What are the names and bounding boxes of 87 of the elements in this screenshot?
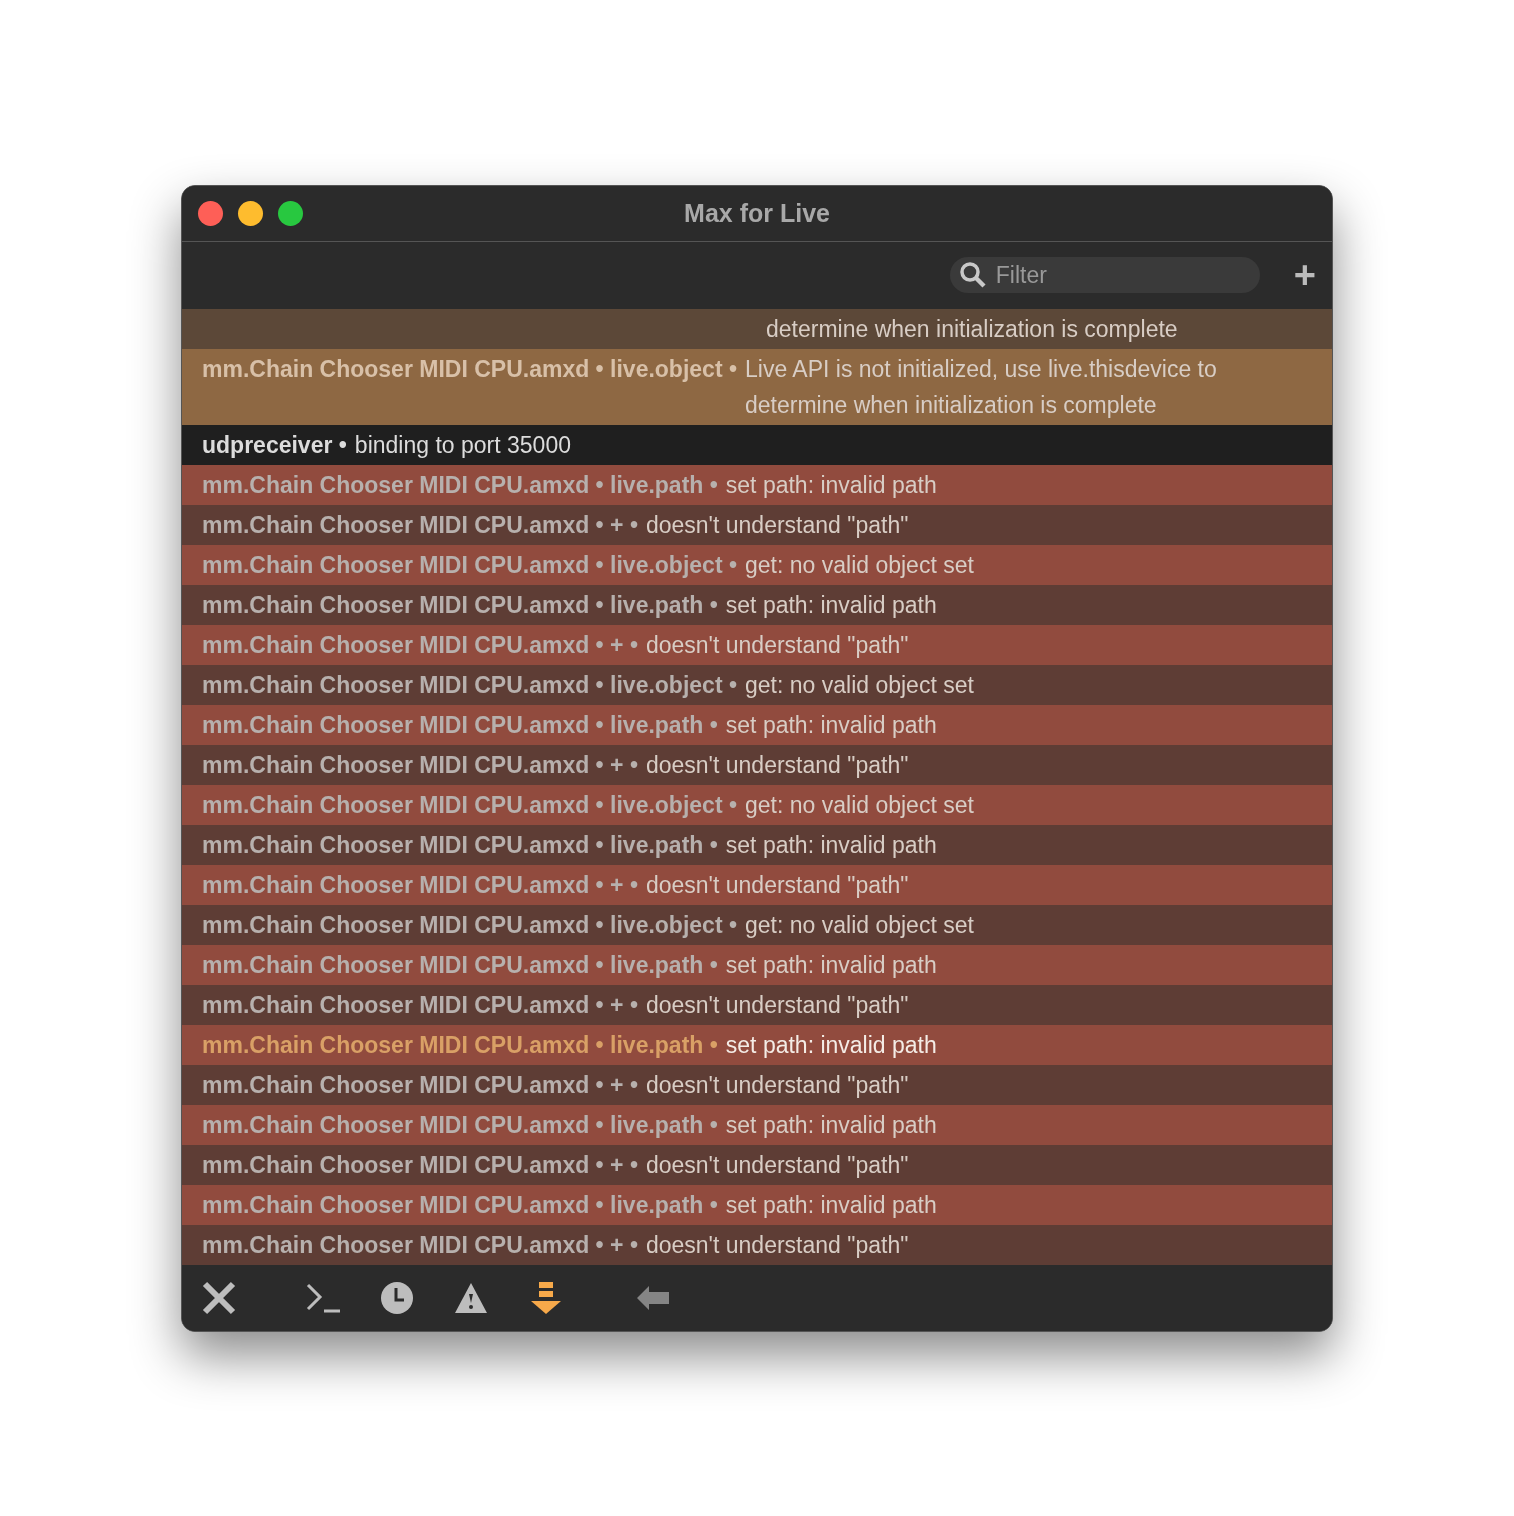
log-row[interactable]: mm.Chain Chooser MIDI CPU.amxd • live.path • set path: invalid path xyxy=(182,1024,1332,1065)
clear-button[interactable] xyxy=(202,1280,236,1315)
log-row[interactable]: mm.Chain Chooser MIDI CPU.amxd • live.object • get: no valid object set xyxy=(182,544,1332,585)
log-source: mm.Chain Chooser MIDI CPU.amxd • live.path • xyxy=(202,470,718,500)
log-message: get: no valid object set xyxy=(745,910,974,940)
log-row[interactable]: mm.Chain Chooser MIDI CPU.amxd • live.path • set path: invalid path xyxy=(182,464,1332,505)
log-source: mm.Chain Chooser MIDI CPU.amxd • live.path • xyxy=(202,950,718,980)
log-row[interactable]: mm.Chain Chooser MIDI CPU.amxd • + • doesn't understand "path" xyxy=(182,1224,1332,1265)
log-message: set path: invalid path xyxy=(725,1030,937,1060)
log-row[interactable]: mm.Chain Chooser MIDI CPU.amxd • + • doesn't understand "path" xyxy=(182,744,1332,785)
log-message: set path: invalid path xyxy=(725,950,937,980)
log-source: mm.Chain Chooser MIDI CPU.amxd • + • xyxy=(202,510,638,540)
log-source: mm.Chain Chooser MIDI CPU.amxd • + • xyxy=(202,630,638,660)
log-message: binding to port 35000 xyxy=(354,430,571,460)
log-message: set path: invalid path xyxy=(725,710,937,740)
log-row[interactable]: mm.Chain Chooser MIDI CPU.amxd • live.path • set path: invalid path xyxy=(182,944,1332,985)
log-source: mm.Chain Chooser MIDI CPU.amxd • + • xyxy=(202,1070,638,1100)
log-source: mm.Chain Chooser MIDI CPU.amxd • + • xyxy=(202,990,638,1020)
log-message: doesn't understand "path" xyxy=(645,870,909,900)
log-message: set path: invalid path xyxy=(725,830,937,860)
log-source: mm.Chain Chooser MIDI CPU.amxd • live.object • xyxy=(202,670,737,700)
log-message: doesn't understand "path" xyxy=(645,630,909,660)
log-source: mm.Chain Chooser MIDI CPU.amxd • live.path • xyxy=(202,1190,718,1220)
autoscroll-button[interactable] xyxy=(530,1280,562,1315)
log-message: doesn't understand "path" xyxy=(645,990,909,1020)
log-row[interactable]: mm.Chain Chooser MIDI CPU.amxd • + • doesn't understand "path" xyxy=(182,984,1332,1025)
log-row[interactable]: mm.Chain Chooser MIDI CPU.amxd • live.path • set path: invalid path xyxy=(182,704,1332,745)
log-source: mm.Chain Chooser MIDI CPU.amxd • + • xyxy=(202,750,638,780)
log-source: mm.Chain Chooser MIDI CPU.amxd • live.path • xyxy=(202,590,718,620)
log-source: mm.Chain Chooser MIDI CPU.amxd • live.path • xyxy=(202,1030,718,1060)
back-arrow-icon xyxy=(636,1284,670,1311)
log-message: Live API is not initialized, use live.thisdevice to determine when initialization is complete xyxy=(745,354,1217,420)
log-row[interactable]: udpreceiver • binding to port 35000 xyxy=(182,424,1332,465)
log-row[interactable]: mm.Chain Chooser MIDI CPU.amxd • live.path • set path: invalid path xyxy=(182,584,1332,625)
log-message: get: no valid object set xyxy=(745,550,974,580)
log-message: set path: invalid path xyxy=(725,1110,937,1140)
log-row[interactable]: mm.Chain Chooser MIDI CPU.amxd • live.path • set path: invalid path xyxy=(182,824,1332,865)
log-row[interactable]: mm.Chain Chooser MIDI CPU.amxd • live.object • get: no valid object set xyxy=(182,664,1332,705)
log-message: doesn't understand "path" xyxy=(645,1070,909,1100)
log-row[interactable]: mm.Chain Chooser MIDI CPU.amxd • + • doesn't understand "path" xyxy=(182,864,1332,905)
log-message: doesn't understand "path" xyxy=(645,750,909,780)
log-row[interactable]: mm.Chain Chooser MIDI CPU.amxd • + • doesn't understand "path" xyxy=(182,504,1332,545)
log-source: udpreceiver • xyxy=(202,430,347,460)
log-message: determine when initialization is complete xyxy=(766,314,1178,344)
log-source: mm.Chain Chooser MIDI CPU.amxd • + • xyxy=(202,1230,638,1260)
log-row[interactable]: mm.Chain Chooser MIDI CPU.amxd • + • doesn't understand "path" xyxy=(182,624,1332,665)
scroll-down-icon xyxy=(530,1280,562,1315)
close-icon xyxy=(202,1280,236,1315)
log-message: doesn't understand "path" xyxy=(645,1150,909,1180)
log-message: doesn't understand "path" xyxy=(645,1230,909,1260)
log-message: doesn't understand "path" xyxy=(645,510,909,540)
log-row[interactable]: mm.Chain Chooser MIDI CPU.amxd • live.path • set path: invalid path xyxy=(182,1104,1332,1145)
log-source: mm.Chain Chooser MIDI CPU.amxd • + • xyxy=(202,870,638,900)
close-window-button[interactable] xyxy=(198,200,223,226)
log-source: mm.Chain Chooser MIDI CPU.amxd • live.object • xyxy=(202,354,737,384)
minimize-window-button[interactable] xyxy=(238,200,263,226)
log-row[interactable]: mm.Chain Chooser MIDI CPU.amxd • live.object • get: no valid object set xyxy=(182,784,1332,825)
log-source: mm.Chain Chooser MIDI CPU.amxd • live.path • xyxy=(202,1110,718,1140)
clock-button[interactable] xyxy=(380,1280,414,1315)
log-message: set path: invalid path xyxy=(725,590,937,620)
terminal-prompt-icon xyxy=(306,1281,340,1314)
window-title: Max for Live xyxy=(684,198,830,227)
log-message: get: no valid object set xyxy=(745,790,974,820)
log-row[interactable]: mm.Chain Chooser MIDI CPU.amxd • live.object • get: no valid object set xyxy=(182,904,1332,945)
log-row[interactable]: mm.Chain Chooser MIDI CPU.amxd • + • doesn't understand "path" xyxy=(182,1064,1332,1105)
log-message: get: no valid object set xyxy=(745,670,974,700)
clock-icon xyxy=(380,1280,414,1315)
warning-button[interactable] xyxy=(454,1281,488,1314)
log-message: set path: invalid path xyxy=(725,470,937,500)
filter-field[interactable]: Filter xyxy=(949,257,1260,293)
prompt-button[interactable] xyxy=(306,1281,340,1314)
log-row[interactable]: determine when initialization is complete xyxy=(182,308,1332,349)
log-source: mm.Chain Chooser MIDI CPU.amxd • live.object • xyxy=(202,550,737,580)
zoom-window-button[interactable] xyxy=(278,200,303,226)
log-row[interactable]: mm.Chain Chooser MIDI CPU.amxd • live.path • set path: invalid path xyxy=(182,1184,1332,1225)
log-source: mm.Chain Chooser MIDI CPU.amxd • + • xyxy=(202,1150,638,1180)
log-row[interactable]: mm.Chain Chooser MIDI CPU.amxd • + • doesn't understand "path" xyxy=(182,1144,1332,1185)
log-source: mm.Chain Chooser MIDI CPU.amxd • live.object • xyxy=(202,910,737,940)
log-row[interactable]: mm.Chain Chooser MIDI CPU.amxd • live.object • Live API is not initialized, use live.thisdevice to determine when initialization is complete xyxy=(182,348,1332,425)
log-source: mm.Chain Chooser MIDI CPU.amxd • live.path • xyxy=(202,830,718,860)
log-message: set path: invalid path xyxy=(725,1190,937,1220)
log-source: mm.Chain Chooser MIDI CPU.amxd • live.path • xyxy=(202,710,718,740)
filter-input[interactable]: Filter xyxy=(993,260,1238,290)
search-icon xyxy=(959,262,986,288)
log-source: mm.Chain Chooser MIDI CPU.amxd • live.object • xyxy=(202,790,737,820)
warning-icon xyxy=(454,1281,488,1314)
add-button[interactable]: + xyxy=(1293,256,1316,294)
